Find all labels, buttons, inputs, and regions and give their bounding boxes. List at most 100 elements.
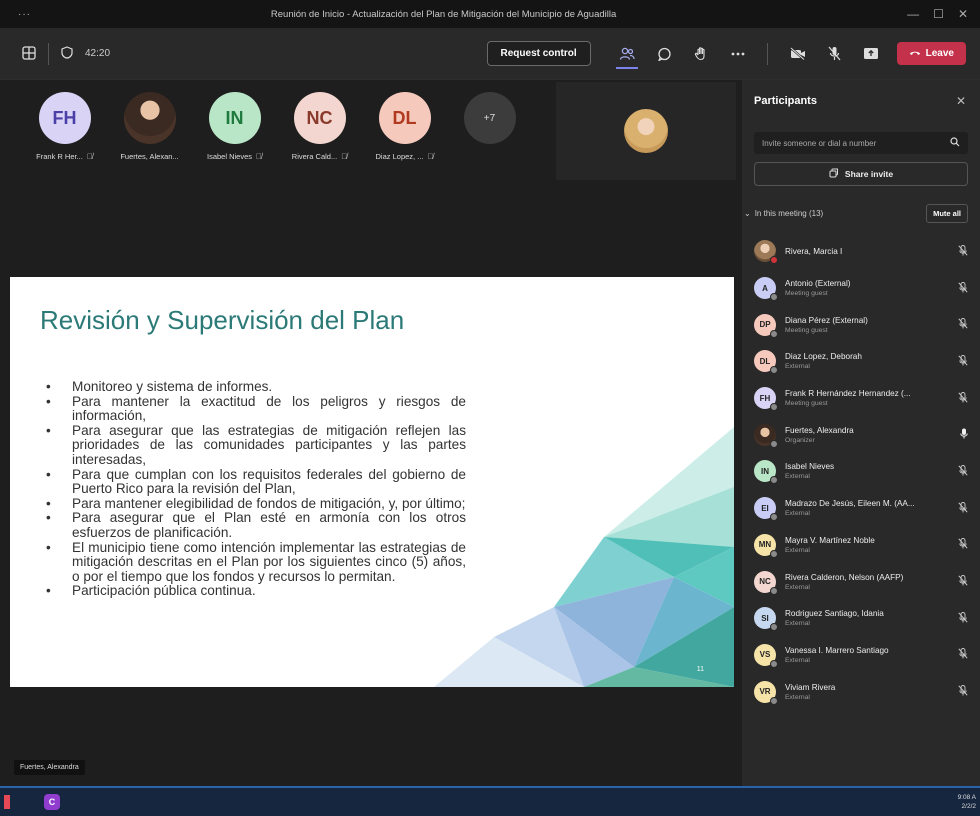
- more-count: +7: [463, 92, 516, 144]
- share-invite-button[interactable]: Share invite: [754, 162, 968, 186]
- tile-name: Rivera Cald...: [291, 152, 338, 161]
- participant-tile[interactable]: Fuertes, Alexan...: [107, 92, 192, 161]
- toolbar-divider: [48, 42, 49, 65]
- mic-off-icon[interactable]: [958, 538, 968, 551]
- participant-tile[interactable]: DL Diaz Lopez, ... 🎙̸: [362, 92, 447, 161]
- participant-row[interactable]: Fuertes, Alexandra Organizer: [742, 416, 980, 453]
- slide-title: Revisión y Supervisión del Plan: [40, 305, 405, 335]
- mic-off-icon[interactable]: [958, 648, 968, 661]
- participant-tiles: FH Frank R Her... 🎙̸ Fuertes, Alexan... I…: [22, 92, 532, 161]
- leave-button[interactable]: Leave: [896, 42, 966, 65]
- close-icon[interactable]: ✕: [958, 7, 968, 21]
- chat-icon[interactable]: [657, 28, 672, 79]
- mic-off-icon[interactable]: [958, 354, 968, 368]
- more-options-icon[interactable]: ···: [0, 9, 40, 20]
- presence-indicator: [770, 549, 778, 558]
- avatar: FH: [754, 387, 778, 412]
- mic-off-icon[interactable]: [958, 685, 968, 698]
- participant-role: Meeting guest: [785, 290, 828, 298]
- meeting-section-toggle[interactable]: ⌄ In this meeting (13): [744, 209, 823, 218]
- participant-tile[interactable]: FH Frank R Her... 🎙̸: [22, 92, 107, 161]
- participant-row[interactable]: IN Isabel Nieves External: [742, 453, 980, 490]
- participant-row[interactable]: EI Madrazo De Jesús, Eileen M. (AA... Exte…: [742, 490, 980, 527]
- tile-name: Isabel Nieves: [206, 152, 253, 161]
- avatar: IN: [208, 92, 261, 144]
- system-clock: 9:08 A 2/2/2: [958, 793, 976, 811]
- participant-row[interactable]: VR Viviam Rivera External: [742, 673, 980, 710]
- mic-off-icon[interactable]: [958, 281, 968, 295]
- bullet: Para asegurar que el Plan esté en armoní…: [46, 510, 466, 540]
- participant-row[interactable]: DL Diaz Lopez, Deborah External: [742, 343, 980, 380]
- close-icon[interactable]: ✕: [956, 94, 966, 108]
- participant-row[interactable]: NC Rivera Calderon, Nelson (AAFP) External: [742, 563, 980, 600]
- participant-row[interactable]: SI Rodriguez Santiago, Idania External: [742, 600, 980, 637]
- tile-name: Fuertes, Alexan...: [120, 152, 179, 161]
- avatar: IN: [754, 460, 778, 485]
- avatar: DP: [754, 313, 778, 338]
- bullet: Para asegurar que las estrategias de mit…: [46, 423, 466, 468]
- more-participants-tile[interactable]: +7: [447, 92, 532, 161]
- participant-name: Viviam Rivera: [785, 682, 836, 692]
- invite-search-input[interactable]: Invite someone or dial a number: [754, 132, 968, 154]
- camera-off-icon[interactable]: [789, 28, 806, 79]
- participant-name: Mayra V. Martínez Noble: [785, 535, 875, 545]
- avatar: EI: [754, 497, 778, 522]
- mic-on-icon[interactable]: [960, 428, 968, 441]
- participant-row[interactable]: A Antonio (External) Meeting guest: [742, 270, 980, 307]
- participant-role: External: [785, 620, 810, 628]
- bullet: Para que cumplan con los requisitos fede…: [46, 467, 466, 497]
- participant-tile[interactable]: NC Rivera Cald... 🎙̸: [277, 92, 362, 161]
- window-controls: — ☐ ✕: [907, 7, 980, 21]
- mic-off-icon[interactable]: [958, 465, 968, 478]
- avatar: DL: [754, 350, 778, 375]
- participant-role: External: [785, 656, 810, 664]
- mic-off-icon: 🎙̸: [427, 152, 434, 161]
- mic-off-icon[interactable]: [958, 391, 968, 405]
- avatar: VS: [754, 643, 778, 668]
- participant-row[interactable]: FH Frank R Hernández Hernandez (... Meetin…: [742, 380, 980, 417]
- mic-off-icon[interactable]: [958, 611, 968, 625]
- bullet: Para mantener elegibilidad de fondos de …: [46, 496, 466, 512]
- chevron-down-icon: ⌄: [744, 209, 751, 218]
- title-bar: ··· Reunión de Inicio - Actualización de…: [0, 0, 980, 28]
- mic-off-icon[interactable]: [958, 244, 968, 258]
- bullet: Participación pública continua.: [46, 584, 466, 599]
- avatar: VR: [754, 680, 778, 705]
- mic-off-icon[interactable]: [958, 501, 968, 515]
- bullet: El municipio tiene como intención implem…: [46, 540, 466, 585]
- avatar: MN: [754, 533, 778, 558]
- mute-all-button[interactable]: Mute all: [926, 204, 968, 223]
- search-icon: [950, 137, 960, 149]
- participant-row[interactable]: DP Diana Pérez (External) Meeting guest: [742, 306, 980, 343]
- avatar-initials: NC: [759, 577, 771, 587]
- presence-indicator: [770, 696, 778, 705]
- mic-off-icon[interactable]: [958, 318, 968, 331]
- reactions-icon[interactable]: [694, 28, 709, 79]
- tile-name: Diaz Lopez, ...: [375, 152, 424, 161]
- participant-tile[interactable]: IN Isabel Nieves 🎙̸: [192, 92, 277, 161]
- share-screen-icon[interactable]: [863, 28, 879, 79]
- mic-off-icon[interactable]: [828, 28, 841, 79]
- avatar-initials: VR: [759, 687, 771, 697]
- participant-row[interactable]: MN Mayra V. Martínez Noble External: [742, 527, 980, 564]
- participant-row[interactable]: VS Vanessa I. Marrero Santiago External: [742, 637, 980, 674]
- mic-off-icon: 🎙̸: [341, 152, 348, 161]
- mic-off-icon[interactable]: [958, 575, 968, 588]
- maximize-icon[interactable]: ☐: [933, 7, 944, 21]
- layout-grid-icon[interactable]: [22, 45, 36, 62]
- copy-link-icon: [829, 168, 839, 180]
- app-icon[interactable]: C: [44, 794, 60, 810]
- participant-role: External: [785, 473, 810, 481]
- request-control-button[interactable]: Request control: [486, 41, 591, 66]
- slide-bullets: Monitoreo y sistema de informes. Para ma…: [46, 379, 466, 599]
- meeting-timer: 42:20: [85, 48, 111, 59]
- avatar: SI: [754, 607, 778, 632]
- avatar: FH: [38, 92, 91, 144]
- taskbar: C 9:08 A 2/2/2: [0, 786, 980, 816]
- self-view[interactable]: [556, 82, 736, 180]
- avatar: NC: [754, 570, 778, 595]
- minimize-icon[interactable]: —: [907, 7, 919, 21]
- people-icon[interactable]: [615, 28, 638, 79]
- participant-row[interactable]: Rivera, Marcia I: [742, 233, 980, 270]
- more-actions-icon[interactable]: [731, 28, 745, 79]
